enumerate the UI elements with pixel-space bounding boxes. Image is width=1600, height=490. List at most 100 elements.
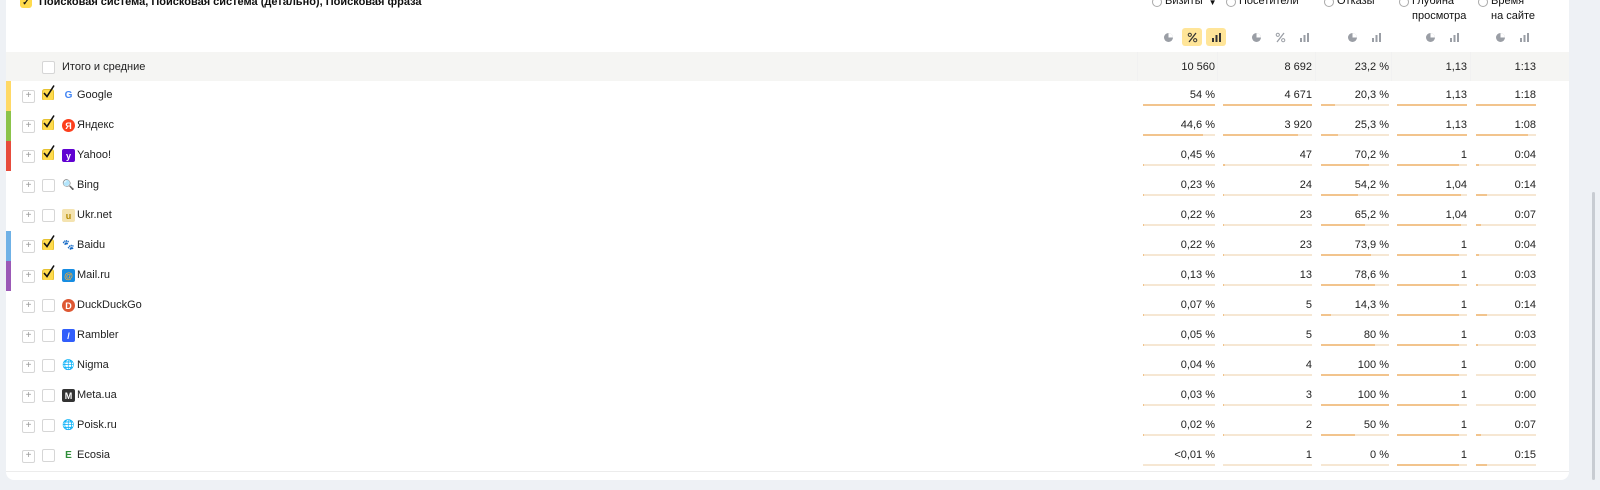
row-checkbox-checked[interactable] [42, 84, 56, 101]
row-checkbox[interactable] [42, 449, 55, 462]
expand-row-button[interactable]: + [22, 210, 35, 223]
expand-row-button[interactable]: + [22, 300, 35, 313]
table-row[interactable]: + M Meta.ua 0,03 % 3 100 % 1 0:00 [6, 381, 1569, 412]
bar-chart-icon[interactable] [1206, 28, 1226, 46]
expand-row-button[interactable]: + [22, 450, 35, 463]
metric-bar [1397, 314, 1459, 316]
metric-label: Глубина просмотра [1412, 0, 1466, 24]
totals-label: Итого и средние [62, 61, 146, 73]
bing-icon: 🔍 [62, 179, 75, 192]
metric-radio[interactable] [1226, 0, 1236, 7]
metric-cell: 4 [1223, 351, 1312, 381]
metric-bar-track [1223, 344, 1312, 346]
row-checkbox[interactable] [42, 299, 55, 312]
bar-chart-icon[interactable] [1366, 28, 1386, 46]
expand-row-button[interactable]: + [22, 240, 35, 253]
row-checkbox-checked[interactable] [42, 114, 56, 131]
totals-checkbox[interactable] [42, 61, 55, 74]
expand-row-button[interactable]: + [22, 390, 35, 403]
table-row[interactable]: + Я Яндекс 44,6 % 3 920 25,3 % 1,13 1:08 [6, 111, 1569, 142]
metric-cell: 1 [1397, 351, 1467, 381]
row-checkbox[interactable] [42, 329, 55, 342]
metric-cell: 54 % [1143, 81, 1215, 111]
metric-header-0[interactable]: Визиты ▼ [1152, 0, 1217, 10]
metric-cell: 23 [1223, 231, 1312, 261]
table-row[interactable]: + 🌐 Nigma 0,04 % 4 100 % 1 0:00 [6, 351, 1569, 382]
row-name[interactable]: Ecosia [77, 449, 110, 461]
metric-header-2[interactable]: Отказы [1324, 0, 1375, 9]
metric-bar [1223, 344, 1224, 346]
row-name[interactable]: Meta.ua [77, 389, 117, 401]
percent-icon[interactable] [1182, 28, 1202, 46]
table-row[interactable]: + E Ecosia <0,01 % 1 0 % 1 0:15 [6, 441, 1569, 472]
bar-chart-icon[interactable] [1294, 28, 1314, 46]
row-name[interactable]: Rambler [77, 329, 119, 341]
metric-radio[interactable] [1152, 0, 1162, 7]
expand-row-button[interactable]: + [22, 180, 35, 193]
table-row[interactable]: + 🔍 Bing 0,23 % 24 54,2 % 1,04 0:14 [6, 171, 1569, 202]
metric-header-3[interactable]: Глубина просмотра [1399, 0, 1466, 24]
chart-pie-icon[interactable] [1490, 28, 1510, 46]
metric-bar [1143, 314, 1144, 316]
row-checkbox[interactable] [42, 179, 55, 192]
table-row[interactable]: + / Rambler 0,05 % 5 80 % 1 0:03 [6, 321, 1569, 352]
table-row[interactable]: + G Google 54 % 4 671 20,3 % 1,13 1:18 [6, 81, 1569, 112]
metric-header-4[interactable]: Время на сайте [1478, 0, 1535, 24]
expand-row-button[interactable]: + [22, 90, 35, 103]
percent-icon[interactable] [1270, 28, 1290, 46]
metric-cell: 70,2 % [1321, 141, 1389, 171]
metric-value: 1 [1305, 449, 1312, 461]
globe-icon: 🌐 [62, 359, 75, 372]
row-name[interactable]: Yahoo! [77, 149, 111, 161]
row-name[interactable]: DuckDuckGo [77, 299, 142, 311]
metric-cell: <0,01 % [1143, 441, 1215, 471]
metric-radio[interactable] [1478, 0, 1488, 7]
row-name[interactable]: Bing [77, 179, 99, 191]
row-name[interactable]: Baidu [77, 239, 105, 251]
row-checkbox[interactable] [42, 419, 55, 432]
metric-radio[interactable] [1324, 0, 1334, 7]
vertical-scrollbar[interactable] [1592, 192, 1595, 480]
metric-radio[interactable] [1399, 0, 1409, 7]
chart-pie-icon[interactable] [1420, 28, 1440, 46]
row-checkbox[interactable] [42, 359, 55, 372]
chart-pie-icon[interactable] [1342, 28, 1362, 46]
chart-pie-icon[interactable] [1246, 28, 1266, 46]
row-checkbox-checked[interactable] [42, 264, 56, 281]
expand-row-button[interactable]: + [22, 360, 35, 373]
table-row[interactable]: + 🌐 Poisk.ru 0,02 % 2 50 % 1 0:07 [6, 411, 1569, 442]
metric-header-1[interactable]: Посетители [1226, 0, 1299, 9]
expand-row-button[interactable]: + [22, 270, 35, 283]
metric-value: 1,04 [1445, 179, 1467, 191]
expand-row-button[interactable]: + [22, 330, 35, 343]
expand-row-button[interactable]: + [22, 150, 35, 163]
row-checkbox[interactable] [42, 209, 55, 222]
row-checkbox-checked[interactable] [42, 234, 56, 251]
row-checkbox-checked[interactable] [42, 144, 56, 161]
bar-chart-icon[interactable] [1514, 28, 1534, 46]
row-name[interactable]: Google [77, 89, 112, 101]
expand-row-button[interactable]: + [22, 420, 35, 433]
expand-row-button[interactable]: + [22, 120, 35, 133]
table-row[interactable]: + 🐾 Baidu 0,22 % 23 73,9 % 1 0:04 [6, 231, 1569, 262]
chart-pie-icon[interactable] [1158, 28, 1178, 46]
metric-value: 25,3 % [1354, 119, 1389, 131]
metric-value: 0:00 [1514, 389, 1536, 401]
metric-bar [1397, 374, 1459, 376]
metric-cell: 73,9 % [1321, 231, 1389, 261]
row-name[interactable]: Mail.ru [77, 269, 110, 281]
row-name[interactable]: Ukr.net [77, 209, 112, 221]
sort-caret-icon[interactable]: ▼ [1209, 0, 1217, 10]
row-name[interactable]: Nigma [77, 359, 109, 371]
dimensions-header[interactable]: ✓ Поисковая система, Поисковая система (… [20, 0, 422, 10]
table-row[interactable]: + @ Mail.ru 0,13 % 13 78,6 % 1 0:03 [6, 261, 1569, 292]
row-checkbox[interactable] [42, 389, 55, 402]
table-row[interactable]: + y Yahoo! 0,45 % 47 70,2 % 1 0:04 [6, 141, 1569, 172]
table-row[interactable]: + u Ukr.net 0,22 % 23 65,2 % 1,04 0:07 [6, 201, 1569, 232]
bar-chart-icon[interactable] [1444, 28, 1464, 46]
totals-value: 1,13 [1445, 61, 1467, 73]
table-row[interactable]: + D DuckDuckGo 0,07 % 5 14,3 % 1 0:14 [6, 291, 1569, 322]
select-all-checkbox[interactable]: ✓ [20, 0, 32, 8]
row-name[interactable]: Яндекс [77, 119, 114, 131]
row-name[interactable]: Poisk.ru [77, 419, 117, 431]
